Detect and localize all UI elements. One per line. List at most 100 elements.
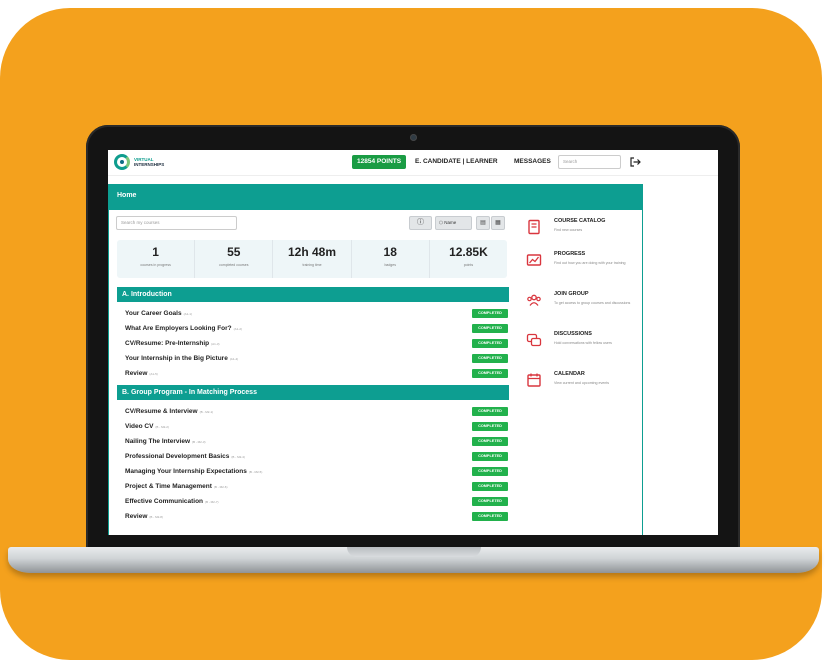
header-search-input[interactable]: Search — [558, 155, 621, 169]
course-title: What Are Employers Looking For? — [125, 325, 232, 332]
stat-value: 12.85K — [449, 245, 488, 259]
course-row[interactable]: Professional Development Basics (B - M2-4… — [125, 450, 508, 463]
menu-join-group[interactable]: JOIN GROUP To get access to group course… — [526, 290, 636, 324]
course-row[interactable]: Nailing The Interview (B - M2-3) COMPLETE… — [125, 435, 508, 448]
grid-view-button[interactable]: ▦ — [491, 216, 505, 230]
course-title: CV/Resume & Interview — [125, 408, 198, 415]
menu-title: DISCUSSIONS — [554, 331, 592, 337]
course-title: CV/Resume: Pre-Internship — [125, 340, 210, 347]
stat-label: courses in progress — [140, 263, 171, 267]
logo[interactable]: VIRTUAL INTERNSHIPS — [114, 154, 164, 170]
course-row[interactable]: Video CV (B - M2-2) COMPLETED — [125, 420, 508, 433]
menu-description: View current and upcoming events — [554, 381, 610, 385]
menu-description: Hold conversations with fellow users — [554, 341, 612, 345]
user-menu-link[interactable]: E. CANDIDATE | LEARNER — [415, 155, 498, 169]
completed-badge: COMPLETED — [472, 407, 508, 416]
completed-badge: COMPLETED — [472, 422, 508, 431]
section-header-group-program[interactable]: B. Group Program - In Matching Process — [117, 385, 509, 400]
course-title: Effective Communication — [125, 498, 204, 505]
course-code: (B - M2-7) — [205, 500, 219, 504]
course-code: (A1-1) — [183, 312, 192, 316]
section-header-introduction[interactable]: A. Introduction — [117, 287, 509, 302]
list-view-button[interactable]: ▤ — [476, 216, 490, 230]
progress-icon — [526, 254, 542, 266]
stat-value: 12h 48m — [287, 245, 337, 259]
completed-badge: COMPLETED — [472, 512, 508, 521]
completed-badge: COMPLETED — [472, 324, 508, 333]
course-row[interactable]: CV/Resume & Interview (B - M2-1) COMPLETE… — [125, 405, 508, 418]
menu-title: COURSE CATALOG — [554, 218, 606, 224]
course-title: Project & Time Management — [125, 483, 212, 490]
course-title: Nailing The Interview — [125, 438, 191, 445]
completed-badge: COMPLETED — [472, 339, 508, 348]
course-title: Video CV — [125, 423, 154, 430]
course-code: (B - M2-4) — [231, 455, 245, 459]
course-code: (A1-5) — [149, 372, 158, 376]
sort-button[interactable]: ⬡ Name — [435, 216, 472, 230]
stat-label: badges — [384, 263, 396, 267]
menu-description: To get access to group courses and discu… — [554, 301, 631, 305]
camera-icon — [410, 134, 417, 141]
completed-badge: COMPLETED — [472, 482, 508, 491]
course-row[interactable]: Review (A1-5) COMPLETED — [125, 367, 508, 380]
course-code: (B - M2-3) — [192, 440, 206, 444]
course-row[interactable]: Managing Your Internship Expectations (B … — [125, 465, 508, 478]
course-code: (B - M2-6) — [213, 485, 228, 489]
menu-course-catalog[interactable]: COURSE CATALOG Find new courses — [526, 217, 636, 251]
completed-badge: COMPLETED — [472, 437, 508, 446]
course-code: (B - M2-8) — [149, 515, 163, 519]
completed-badge: COMPLETED — [472, 369, 508, 378]
course-row[interactable]: Effective Communication (B - M2-7) COMPLE… — [125, 495, 508, 508]
sort-label: Name — [444, 220, 457, 225]
calendar-icon — [527, 373, 541, 387]
top-navbar: VIRTUAL INTERNSHIPS 12854 POINTS E. CAND… — [108, 150, 718, 176]
completed-badge: COMPLETED — [472, 467, 508, 476]
grid-view-icon: ▦ — [495, 220, 501, 226]
course-title: Review — [125, 370, 148, 377]
catalog-icon — [528, 219, 540, 235]
course-code: (B - M2-5) — [248, 470, 263, 474]
course-code: (A1-4) — [229, 357, 239, 361]
completed-badge: COMPLETED — [472, 497, 508, 506]
stats-bar: 1 courses in progress 55 completed cours… — [117, 240, 507, 278]
course-title: Your Career Goals — [125, 310, 182, 317]
points-badge[interactable]: 12854 POINTS — [352, 155, 407, 169]
stat-value: 55 — [227, 245, 241, 259]
page-title: Home — [108, 184, 643, 210]
course-code: (B - M2-2) — [155, 425, 169, 429]
stat-training-time: 12h 48m training time — [273, 240, 352, 278]
course-row[interactable]: CV/Resume: Pre-Internship (A1-3) COMPLETE… — [125, 337, 508, 350]
course-code: (A1-2) — [233, 327, 243, 331]
stat-badges: 18 badges — [352, 240, 430, 278]
stat-courses-in-progress: 1 courses in progress — [117, 240, 196, 278]
course-search-input[interactable]: Search my courses — [116, 216, 237, 230]
group-icon — [527, 294, 541, 306]
laptop-screen: VIRTUAL INTERNSHIPS 12854 POINTS E. CAND… — [108, 150, 718, 535]
info-icon: ⓘ — [417, 219, 424, 226]
course-title: Your Internship in the Big Picture — [125, 355, 228, 362]
course-row[interactable]: Project & Time Management (B - M2-6) COMP… — [125, 480, 508, 493]
course-row[interactable]: What Are Employers Looking For? (A1-2) CO… — [125, 322, 508, 335]
logout-icon[interactable] — [628, 155, 642, 169]
stat-completed-courses: 55 completed courses — [195, 240, 274, 278]
stat-label: training time — [302, 263, 322, 267]
stat-value: 18 — [383, 245, 397, 259]
menu-progress[interactable]: PROGRESS Find out how you are doing with… — [526, 250, 636, 284]
menu-calendar[interactable]: CALENDAR View current and upcoming event… — [526, 370, 636, 404]
menu-description: Find new courses — [554, 228, 583, 232]
course-title: Review — [125, 513, 148, 520]
logo-line2: INTERNSHIPS — [134, 162, 165, 167]
menu-title: CALENDAR — [554, 371, 585, 377]
info-button[interactable]: ⓘ — [409, 216, 432, 230]
menu-title: JOIN GROUP — [554, 291, 589, 297]
course-row[interactable]: Review (B - M2-8) COMPLETED — [125, 510, 508, 523]
course-row[interactable]: Your Career Goals (A1-1) COMPLETED — [125, 307, 508, 320]
messages-link[interactable]: MESSAGES — [514, 155, 551, 169]
completed-badge: COMPLETED — [472, 354, 508, 363]
stat-value: 1 — [152, 245, 159, 259]
completed-badge: COMPLETED — [472, 452, 508, 461]
course-row[interactable]: Your Internship in the Big Picture (A1-4)… — [125, 352, 508, 365]
menu-discussions[interactable]: DISCUSSIONS Hold conversations with fell… — [526, 330, 636, 364]
discussion-icon — [526, 333, 542, 347]
logo-icon — [114, 154, 130, 170]
